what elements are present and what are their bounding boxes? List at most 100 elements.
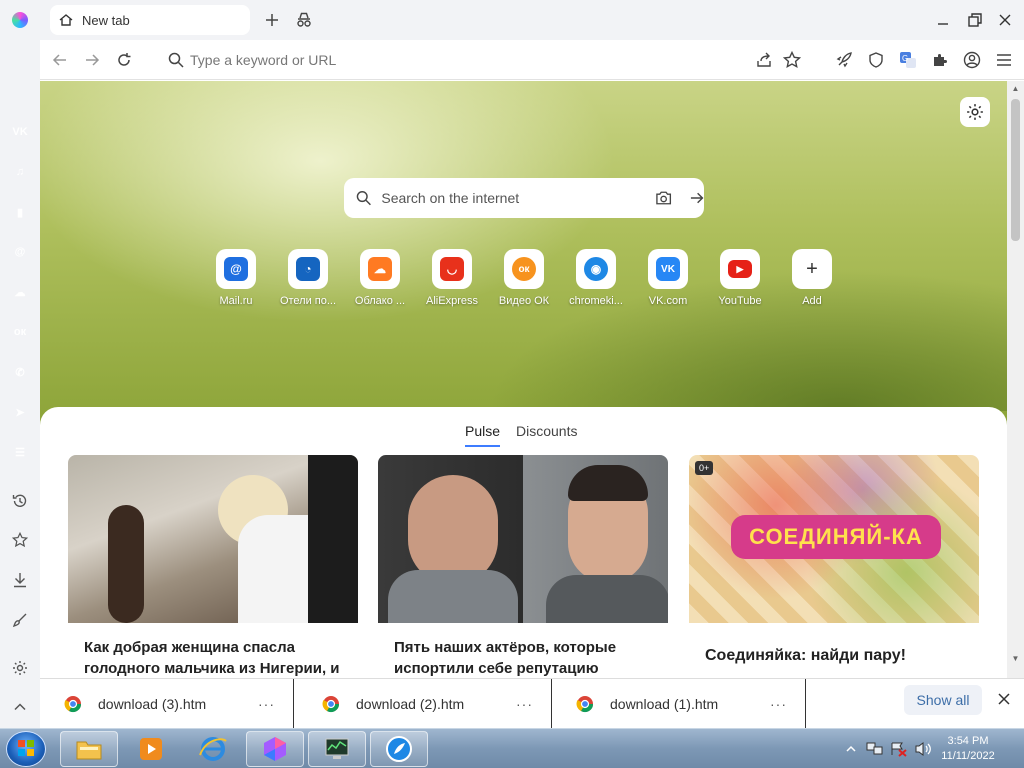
download-item[interactable]: download (1).htm ··· (552, 679, 806, 729)
sidebar-app-stats[interactable]: ▮ (9, 201, 31, 223)
taskbar-media-player[interactable] (122, 731, 180, 767)
scroll-down-icon[interactable]: ▼ (1011, 655, 1020, 663)
customize-button[interactable] (10, 610, 30, 630)
browser-logo-icon[interactable] (12, 12, 28, 28)
download-item[interactable]: download (2).htm ··· (298, 679, 552, 729)
forward-button[interactable] (82, 50, 102, 70)
news-card[interactable]: Пять наших актёров, которые испортили се… (378, 455, 668, 678)
history-icon (12, 494, 27, 507)
sidebar-app-cloud[interactable]: ☁ (9, 281, 31, 303)
taskbar-explorer[interactable] (60, 731, 118, 767)
mail-icon: @ (224, 257, 248, 281)
shortcut-chromekit[interactable]: ◉ chromeki... (560, 249, 632, 309)
tray-expand-icon[interactable] (846, 744, 856, 754)
taskbar-task-manager[interactable] (308, 731, 366, 767)
favorites-button[interactable] (10, 530, 30, 550)
sidebar-app-music[interactable]: ♫ (9, 161, 31, 183)
search-icon (356, 191, 371, 206)
music-icon: ♫ (15, 166, 25, 178)
web-search-input[interactable] (381, 190, 622, 206)
game-card[interactable]: 0+ СОЕДИНЯЙ-КА Соединяйка: найди пару! (689, 455, 979, 678)
close-window-button[interactable] (990, 8, 1020, 32)
sidebar-app-ok[interactable]: ок (9, 321, 31, 343)
show-all-downloads-button[interactable]: Show all (904, 685, 982, 715)
media-player-icon (140, 738, 162, 760)
web-search-box[interactable] (344, 178, 704, 218)
background-image (40, 81, 1007, 411)
shortcut-vk[interactable]: VK VK.com (632, 249, 704, 309)
sidebar-settings-button[interactable] (10, 658, 30, 678)
download-file-name: download (2).htm (356, 696, 465, 712)
news-card-image (68, 455, 358, 623)
shortcut-video-ok[interactable]: ок Видео ОК (488, 249, 560, 309)
news-card-title: Пять наших актёров, которые испортили се… (394, 639, 617, 677)
vk-icon: VK (12, 126, 28, 138)
sidebar-app-whatsapp[interactable]: ✆ (9, 361, 31, 383)
hotels-icon: ◔ (296, 257, 320, 281)
shortcut-cloud[interactable]: ☁ Облако ... (344, 249, 416, 309)
shield-button[interactable] (866, 50, 886, 70)
history-button[interactable] (10, 491, 30, 511)
action-center-icon[interactable] (890, 741, 908, 757)
more-options-button[interactable]: ··· (258, 696, 275, 712)
reload-button[interactable] (114, 50, 134, 70)
page-scrollbar[interactable]: ▲ ▼ (1007, 81, 1024, 678)
extensions-button[interactable] (930, 50, 950, 70)
home-icon (59, 14, 73, 26)
taskbar-browser[interactable] (246, 731, 304, 767)
shortcut-mail[interactable]: @ Mail.ru (200, 249, 272, 309)
download-file-name: download (3).htm (98, 696, 207, 712)
vk-icon: VK (656, 257, 680, 281)
more-options-button[interactable]: ··· (516, 696, 533, 712)
more-options-button[interactable]: ··· (770, 696, 787, 712)
camera-icon[interactable] (655, 190, 672, 206)
back-button[interactable] (50, 50, 70, 70)
rocket-icon (836, 52, 852, 68)
arrow-left-icon (52, 54, 66, 66)
close-downloads-button[interactable] (994, 689, 1014, 709)
taskbar-app[interactable] (370, 731, 428, 767)
speed-button[interactable] (834, 50, 854, 70)
tab-pulse[interactable]: Pulse (465, 423, 501, 447)
incognito-icon (297, 12, 311, 27)
restore-button[interactable] (960, 8, 990, 32)
translate-icon: G (900, 52, 916, 68)
aliexpress-icon: ◡ (440, 257, 464, 281)
menu-button[interactable] (994, 50, 1014, 70)
start-button[interactable] (6, 731, 46, 767)
network-icon[interactable] (866, 741, 884, 757)
url-input[interactable] (190, 48, 750, 72)
news-card[interactable]: Как добрая женщина спасла голодного маль… (68, 455, 358, 678)
sidebar-app-tasks[interactable]: ☰ (9, 441, 31, 463)
download-item[interactable]: download (3).htm ··· (40, 679, 294, 729)
minimize-button[interactable] (928, 8, 958, 32)
shortcut-aliexpress[interactable]: ◡ AliExpress (416, 249, 488, 309)
new-tab-page: @Mail.ru ◔Отели по... ☁Облако ... ◡AliEx… (40, 81, 1007, 678)
shortcut-youtube[interactable]: ▶ YouTube (704, 249, 776, 309)
news-feed: Pulse Discounts Как добрая женщина спасл… (40, 407, 1007, 678)
translate-button[interactable]: G (898, 50, 918, 70)
scroll-thumb[interactable] (1011, 99, 1020, 241)
minimize-icon (938, 23, 948, 25)
incognito-button[interactable] (294, 10, 314, 30)
bookmark-button[interactable] (782, 50, 802, 70)
page-settings-button[interactable] (960, 97, 990, 127)
clock-date: 11/11/2022 (941, 750, 995, 762)
new-tab-button[interactable] (262, 10, 282, 30)
tab-discounts[interactable]: Discounts (516, 423, 577, 445)
sidebar-app-mail[interactable]: @ (9, 241, 31, 263)
sidebar-app-vk[interactable]: VK (9, 121, 31, 143)
sidebar-app-telegram[interactable]: ➤ (9, 401, 31, 423)
shortcut-hotels[interactable]: ◔ Отели по... (272, 249, 344, 309)
arrow-right-icon[interactable] (689, 190, 704, 206)
clock[interactable]: 3:54 PM 11/11/2022 (928, 734, 1008, 764)
profile-button[interactable] (962, 50, 982, 70)
scroll-up-icon[interactable]: ▲ (1011, 85, 1020, 93)
tab-new-tab[interactable]: New tab (50, 5, 250, 35)
downloads-button[interactable] (10, 570, 30, 590)
share-button[interactable] (754, 50, 774, 70)
taskbar-internet-explorer[interactable] (184, 731, 242, 767)
collapse-sidebar-button[interactable] (10, 697, 30, 717)
add-shortcut-button[interactable]: + Add (776, 249, 848, 309)
telegram-icon: ➤ (15, 406, 25, 419)
